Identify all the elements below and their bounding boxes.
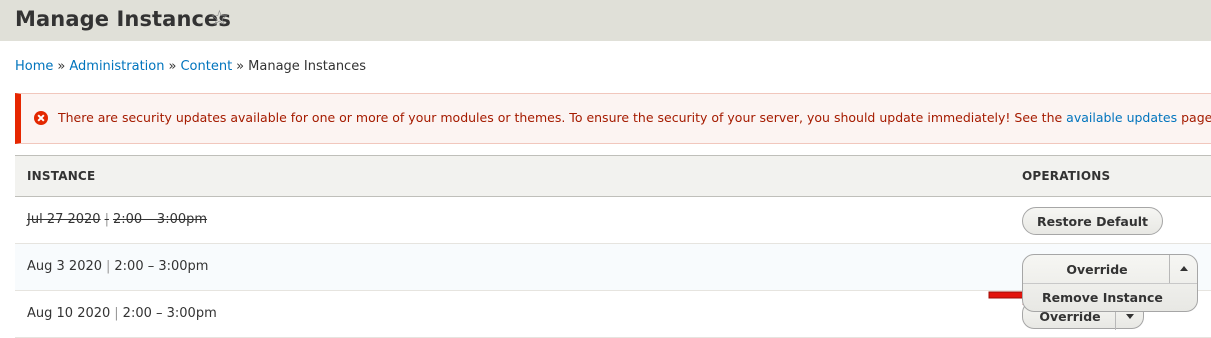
instance-date: Aug 10 2020	[27, 306, 111, 321]
pipe-separator: |	[104, 212, 109, 227]
error-message-body: There are security updates available for…	[58, 110, 1063, 125]
error-message-text: There are security updates available for…	[58, 110, 1211, 125]
instance-date-cell: Jul 27 2020 | 2:00 – 3:00pm	[27, 212, 207, 227]
instance-date: Jul 27 2020	[27, 212, 101, 227]
chevron-up-icon	[1180, 266, 1188, 271]
page-title: Manage Instances	[15, 7, 231, 31]
star-icon[interactable]: ☆	[210, 8, 229, 29]
breadcrumb-separator: »	[57, 59, 66, 74]
available-updates-link[interactable]: available updates	[1066, 110, 1177, 125]
chevron-down-icon	[1126, 314, 1134, 319]
dropbutton-toggle[interactable]	[1169, 255, 1197, 283]
error-circle-icon	[34, 111, 48, 125]
breadcrumb-administration-link[interactable]: Administration	[69, 59, 164, 74]
pipe-separator: |	[106, 259, 111, 274]
restore-default-button[interactable]: Restore Default	[1022, 207, 1163, 235]
pipe-separator: |	[114, 306, 119, 321]
instance-date: Aug 3 2020	[27, 259, 103, 274]
instance-time: 2:00 – 3:00pm	[114, 259, 209, 274]
column-header-operations: OPERATIONS	[1022, 169, 1111, 183]
column-header-instance: INSTANCE	[27, 169, 96, 183]
breadcrumb-content-link[interactable]: Content	[180, 59, 232, 74]
instance-time: 2:00 – 3:00pm	[112, 212, 208, 227]
breadcrumb-separator: »	[236, 59, 245, 74]
override-button[interactable]: Override	[1023, 255, 1171, 283]
remove-instance-menu-item[interactable]: Remove Instance	[1023, 283, 1197, 311]
breadcrumb-separator: »	[168, 59, 177, 74]
error-message-trailing: page	[1181, 110, 1211, 125]
instance-time: 2:00 – 3:00pm	[122, 306, 217, 321]
breadcrumb-current: Manage Instances	[248, 59, 366, 74]
breadcrumb: Home» Administration» Content» Manage Insta…	[15, 59, 366, 74]
security-error-message: There are security updates available for…	[15, 93, 1211, 144]
page-header: Manage Instances ☆	[0, 0, 1211, 41]
instance-date-cell: Aug 10 2020 | 2:00 – 3:00pm	[27, 306, 217, 321]
instance-date-cell: Aug 3 2020 | 2:00 – 3:00pm	[27, 259, 208, 274]
table-header: INSTANCE OPERATIONS	[15, 155, 1211, 197]
override-dropbutton-open: Override Remove Instance	[1022, 254, 1198, 312]
breadcrumb-home-link[interactable]: Home	[15, 59, 53, 74]
table-row: Jul 27 2020 | 2:00 – 3:00pm Restore Defaul…	[15, 197, 1211, 244]
